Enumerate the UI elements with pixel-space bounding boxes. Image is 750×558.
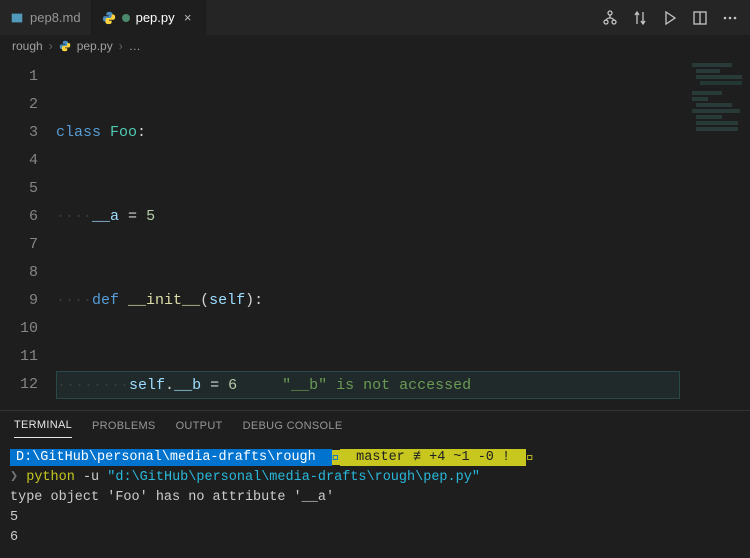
line-number-gutter: 123 456 789 101112 [0, 57, 56, 410]
close-icon[interactable]: × [181, 10, 195, 25]
compare-icon[interactable] [632, 10, 648, 26]
prompt-path: D:\GitHub\personal\media-drafts\rough [10, 449, 332, 466]
tab-bar: pep8.md pep.py × [0, 0, 750, 35]
code-line: ····__a = 5 [56, 203, 688, 231]
prompt-git-status: master ≢ +4 ~1 -0 ! [348, 450, 518, 465]
tab-label: pep8.md [30, 10, 81, 25]
git-branch-icon [340, 450, 348, 465]
chevron-right-icon: › [119, 39, 123, 53]
run-icon[interactable] [662, 10, 678, 26]
tab-label: pep.py [136, 10, 175, 25]
breadcrumb[interactable]: rough › pep.py › … [0, 35, 750, 57]
markdown-file-icon [10, 11, 24, 25]
terminal-output: 6 [10, 528, 740, 548]
prompt-symbol: ❯ [10, 470, 26, 485]
python-file-icon [102, 11, 116, 25]
code-line-highlighted: ········self.__b = 6 "__b" is not access… [56, 371, 680, 399]
python-file-icon [59, 40, 71, 52]
panel-tab-output[interactable]: OUTPUT [176, 414, 223, 438]
chevron-right-icon: › [49, 39, 53, 53]
panel-tab-problems[interactable]: PROBLEMS [92, 414, 156, 438]
terminal[interactable]: D:\GitHub\personal\media-drafts\rough  … [0, 440, 750, 558]
breadcrumb-more[interactable]: … [129, 39, 141, 53]
breadcrumb-folder[interactable]: rough [12, 39, 43, 53]
terminal-output: 5 [10, 508, 740, 528]
code-line: ····def __init__(self): [56, 287, 688, 315]
editor-actions [590, 0, 750, 35]
source-control-icon[interactable] [602, 10, 618, 26]
panel-tab-debug-console[interactable]: DEBUG CONSOLE [243, 414, 343, 438]
powerline-separator-icon:  [526, 450, 534, 465]
minimap[interactable] [688, 57, 750, 410]
tab-pep-py[interactable]: pep.py × [92, 0, 206, 35]
code-area[interactable]: class Foo: ····__a = 5 ····def __init__(… [56, 57, 688, 410]
terminal-output: type object 'Foo' has no attribute '__a' [10, 488, 740, 508]
more-icon[interactable] [722, 10, 738, 26]
powerline-prompt: D:\GitHub\personal\media-drafts\rough  … [10, 448, 740, 468]
split-editor-icon[interactable] [692, 10, 708, 26]
inline-hint: "__b" is not accessed [282, 377, 471, 394]
modified-dot-icon [122, 14, 130, 22]
panel-tab-terminal[interactable]: TERMINAL [14, 413, 72, 438]
powerline-separator-icon:  [332, 450, 340, 465]
panel-tabs: TERMINAL PROBLEMS OUTPUT DEBUG CONSOLE [0, 410, 750, 440]
editor: 123 456 789 101112 class Foo: ····__a = … [0, 57, 750, 410]
terminal-command: ❯ python -u "d:\GitHub\personal\media-dr… [10, 468, 740, 488]
breadcrumb-file[interactable]: pep.py [77, 39, 113, 53]
tab-pep8-md[interactable]: pep8.md [0, 0, 92, 35]
code-line: class Foo: [56, 119, 688, 147]
